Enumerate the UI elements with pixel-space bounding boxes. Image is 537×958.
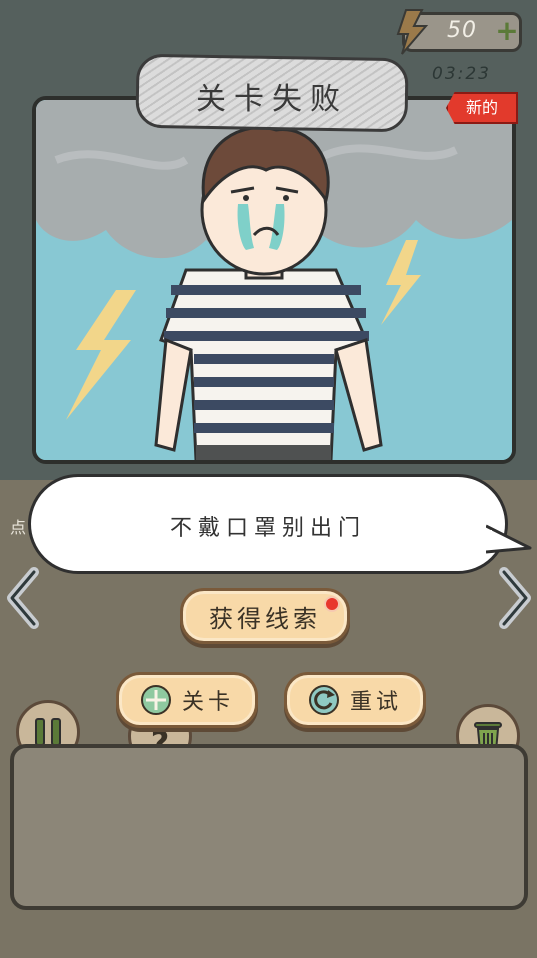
next-arrow-icon[interactable]	[494, 566, 534, 630]
scene-frame	[32, 96, 516, 464]
get-clue-label: 获得线索	[209, 604, 321, 633]
levels-button[interactable]: 关卡	[116, 672, 258, 728]
get-clue-button[interactable]: 获得线索	[180, 588, 350, 644]
add-coins-button[interactable]: +	[494, 16, 520, 46]
notification-dot	[324, 596, 340, 612]
retry-icon	[308, 685, 339, 715]
timer: 03:23	[432, 64, 491, 84]
retry-button[interactable]: 重试	[284, 672, 426, 728]
dialogue-text: 不戴口罩别出门	[169, 516, 366, 541]
pause-icon	[35, 718, 61, 746]
previous-arrow-icon[interactable]	[4, 566, 44, 630]
left-hint-text: 点	[10, 518, 27, 537]
coin-value: 50	[447, 18, 477, 43]
inventory-panel	[10, 744, 528, 910]
retry-label: 重试	[349, 690, 402, 715]
fail-title: 关卡失败	[196, 82, 348, 117]
new-badge[interactable]: 新的	[446, 92, 518, 124]
scene-illustration	[36, 100, 512, 460]
levels-label: 关卡	[181, 690, 234, 715]
lightning-bolt-icon	[396, 9, 429, 55]
grid-icon	[140, 685, 171, 715]
